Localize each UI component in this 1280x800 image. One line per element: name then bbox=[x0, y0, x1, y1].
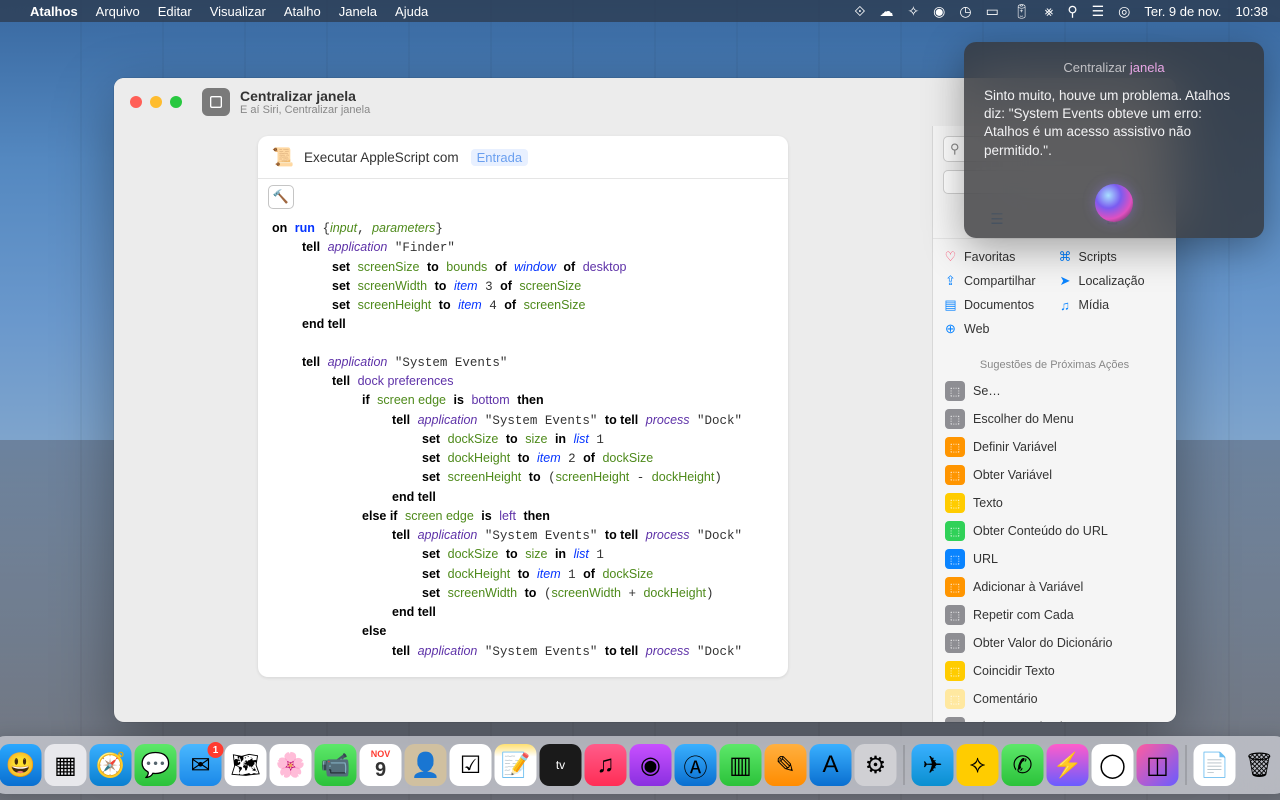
dock-music[interactable]: ♫ bbox=[585, 744, 627, 786]
dock-separator-2 bbox=[1186, 745, 1187, 785]
category-compartilhar[interactable]: ⇪Compartilhar bbox=[943, 271, 1052, 291]
action-suggestion[interactable]: ⬚Obter Variável bbox=[939, 461, 1170, 489]
mail-badge: 1 bbox=[208, 742, 224, 758]
dock-downloads[interactable]: 📄 bbox=[1194, 744, 1236, 786]
category-documentos[interactable]: ▤Documentos bbox=[943, 295, 1052, 315]
action-suggestion[interactable]: ⬚Obter Conteúdo do URL bbox=[939, 517, 1170, 545]
applescript-action-card: 📜 Executar AppleScript com Entrada 🔨 on … bbox=[258, 136, 788, 677]
action-suggestion[interactable]: ⬚Obter Item da Lista bbox=[939, 713, 1170, 722]
menubar-time[interactable]: 10:38 bbox=[1235, 4, 1268, 19]
dock-shortcuts[interactable]: ◫ bbox=[1137, 744, 1179, 786]
menubar-flag-icon[interactable]: ▭ bbox=[986, 3, 999, 20]
menubar-extra2-icon[interactable]: ✧ bbox=[907, 3, 919, 20]
menu-arquivo[interactable]: Arquivo bbox=[96, 4, 140, 19]
siri-message: Sinto muito, houve um problema. Atalhos … bbox=[984, 87, 1244, 160]
dock-maps[interactable]: 🗺 bbox=[225, 744, 267, 786]
dock-contacts[interactable]: 👤 bbox=[405, 744, 447, 786]
applescript-icon: 📜 bbox=[272, 146, 294, 168]
hammer-button[interactable]: 🔨 bbox=[268, 185, 294, 209]
dock-notes[interactable]: 📝 bbox=[495, 744, 537, 786]
dock-app-yellow[interactable]: ⟡ bbox=[957, 744, 999, 786]
menu-editar[interactable]: Editar bbox=[158, 4, 192, 19]
action-title: Executar AppleScript com bbox=[304, 150, 459, 165]
siri-result-panel: Centralizar janela Sinto muito, houve um… bbox=[964, 42, 1264, 238]
shortcut-icon bbox=[202, 88, 230, 116]
menu-janela[interactable]: Janela bbox=[339, 4, 377, 19]
dock-separator bbox=[904, 745, 905, 785]
category-scripts[interactable]: ⌘Scripts bbox=[1058, 247, 1167, 267]
action-suggestion[interactable]: ⬚Texto bbox=[939, 489, 1170, 517]
dock-facetime[interactable]: 📹 bbox=[315, 744, 357, 786]
siri-orb-icon[interactable] bbox=[1095, 184, 1133, 222]
dock-messages[interactable]: 💬 bbox=[135, 744, 177, 786]
dock-app-white[interactable]: ◯ bbox=[1092, 744, 1134, 786]
minimize-button[interactable] bbox=[150, 96, 162, 108]
dock-tv[interactable]: tv bbox=[540, 744, 582, 786]
dock-finder[interactable]: 😃 bbox=[0, 744, 42, 786]
battery-icon[interactable]: 🔋︎ bbox=[1013, 3, 1031, 20]
menubar: Atalhos Arquivo Editar Visualizar Atalho… bbox=[0, 0, 1280, 22]
dock-safari[interactable]: 🧭 bbox=[90, 744, 132, 786]
control-center-icon[interactable]: ☰ bbox=[1092, 3, 1105, 20]
dock-whatsapp[interactable]: ✆ bbox=[1002, 744, 1044, 786]
action-suggestion[interactable]: ⬚Obter Valor do Dicionário bbox=[939, 629, 1170, 657]
dock-reminders[interactable]: ☑ bbox=[450, 744, 492, 786]
menu-atalho[interactable]: Atalho bbox=[284, 4, 321, 19]
dock-appstore2[interactable]: A bbox=[810, 744, 852, 786]
dock-appstore[interactable]: Ⓐ bbox=[675, 744, 717, 786]
suggestions-header: Sugestões de Próximas Ações bbox=[933, 351, 1176, 377]
traffic-lights bbox=[130, 96, 182, 108]
action-input-token[interactable]: Entrada bbox=[471, 149, 529, 166]
dock-pages[interactable]: ✎ bbox=[765, 744, 807, 786]
menubar-extra-icon[interactable]: ⟐ bbox=[854, 3, 865, 20]
dock-settings[interactable]: ⚙ bbox=[855, 744, 897, 786]
search-icon: ⚲ bbox=[950, 141, 960, 157]
category-localização[interactable]: ➤Localização bbox=[1058, 271, 1167, 291]
dock-numbers[interactable]: ▥ bbox=[720, 744, 762, 786]
window-subtitle: E aí Siri, Centralizar janela bbox=[240, 104, 370, 117]
dock-launchpad[interactable]: ▦ bbox=[45, 744, 87, 786]
siri-title: Centralizar janela bbox=[984, 60, 1244, 75]
action-suggestion[interactable]: ⬚Adicionar à Variável bbox=[939, 573, 1170, 601]
dock-telegram[interactable]: ✈ bbox=[912, 744, 954, 786]
menubar-cloud-icon[interactable]: ☁ bbox=[879, 3, 893, 20]
dock-photos[interactable]: 🌸 bbox=[270, 744, 312, 786]
dock-mail[interactable]: ✉1 bbox=[180, 744, 222, 786]
app-menu[interactable]: Atalhos bbox=[30, 4, 78, 19]
wifi-icon[interactable]: ⨳ bbox=[1045, 3, 1054, 20]
menubar-app-icon[interactable]: ◉ bbox=[933, 3, 945, 20]
dock: 😃 ▦ 🧭 💬 ✉1 🗺 🌸 📹 NOV9 👤 ☑ 📝 tv ♫ ◉ Ⓐ ▥ ✎… bbox=[0, 736, 1280, 794]
action-suggestion[interactable]: ⬚Escolher do Menu bbox=[939, 405, 1170, 433]
dock-trash[interactable]: 🗑 bbox=[1239, 744, 1280, 786]
menu-visualizar[interactable]: Visualizar bbox=[210, 4, 266, 19]
action-suggestion[interactable]: ⬚URL bbox=[939, 545, 1170, 573]
menubar-date[interactable]: Ter. 9 de nov. bbox=[1144, 4, 1221, 19]
action-suggestion[interactable]: ⬚Repetir com Cada bbox=[939, 601, 1170, 629]
menu-ajuda[interactable]: Ajuda bbox=[395, 4, 428, 19]
action-suggestion[interactable]: ⬚Definir Variável bbox=[939, 433, 1170, 461]
category-mídia[interactable]: ♫Mídia bbox=[1058, 295, 1167, 315]
window-title: Centralizar janela bbox=[240, 88, 370, 104]
category-favoritas[interactable]: ♡Favoritas bbox=[943, 247, 1052, 267]
zoom-button[interactable] bbox=[170, 96, 182, 108]
siri-menubar-icon[interactable]: ◎ bbox=[1118, 3, 1130, 20]
action-suggestion[interactable]: ⬚Coincidir Texto bbox=[939, 657, 1170, 685]
action-suggestion[interactable]: ⬚Se… bbox=[939, 377, 1170, 405]
action-suggestion[interactable]: ⬚Comentário bbox=[939, 685, 1170, 713]
category-web[interactable]: ⊕Web bbox=[943, 319, 1052, 339]
close-button[interactable] bbox=[130, 96, 142, 108]
applescript-code[interactable]: on run {input, parameters} tell applicat… bbox=[258, 215, 788, 677]
dock-messenger[interactable]: ⚡ bbox=[1047, 744, 1089, 786]
spotlight-icon[interactable]: ⚲ bbox=[1067, 3, 1077, 20]
dock-calendar[interactable]: NOV9 bbox=[360, 744, 402, 786]
menubar-timer-icon[interactable]: ◷ bbox=[959, 3, 971, 20]
workflow-canvas[interactable]: 📜 Executar AppleScript com Entrada 🔨 on … bbox=[114, 126, 932, 722]
dock-podcasts[interactable]: ◉ bbox=[630, 744, 672, 786]
